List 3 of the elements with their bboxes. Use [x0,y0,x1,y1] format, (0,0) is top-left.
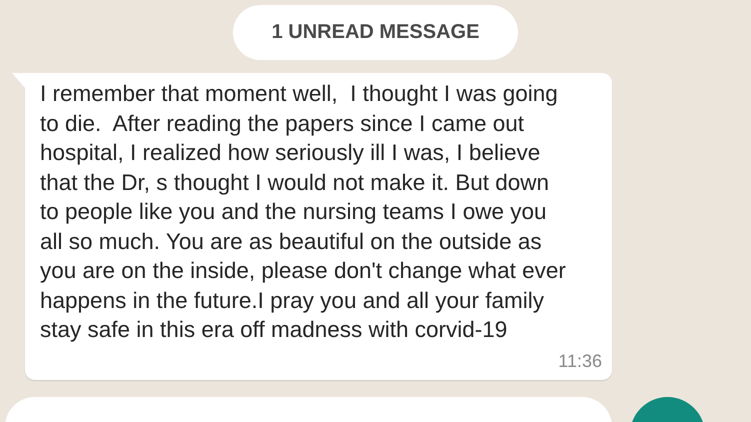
message-time: 11:36 [558,350,602,372]
message-text: I remember that moment well, I thought I was going to die. After reading the papers since I came out hospital, I realized how seriously ill I was, I believe that the Dr, s thought I would not make it. But down to people like you and the nursing teams I owe you all so much. You are as beautiful on the outside as you are on the inside, please don't change what ever happens in the future.I pray you and all your family stay safe in this era off madness with corvid-19 [40,80,567,344]
unread-banner: 1 UNREAD MESSAGE [233,5,518,60]
